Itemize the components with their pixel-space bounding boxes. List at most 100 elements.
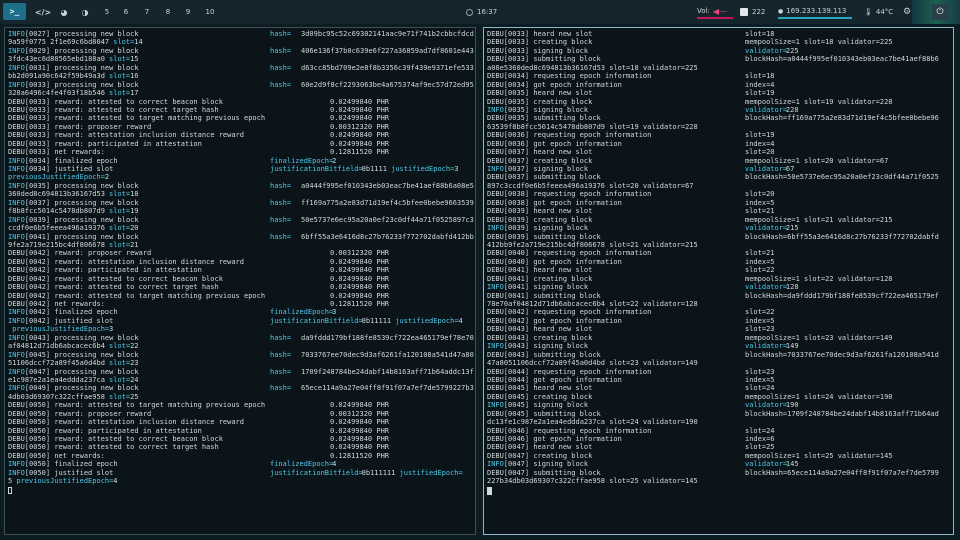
- log-text: e1c987e2a1ea4eddda237ca: [8, 375, 110, 384]
- log-level: INFO: [8, 468, 25, 477]
- log-level: DEBU: [487, 55, 504, 64]
- log-text: [0037] processing new block: [24, 198, 139, 207]
- log-text: [0035] heard new slot: [503, 89, 593, 98]
- log-value: da9fddd179bf188fe8539cf722ea465179ef78e7…: [301, 333, 474, 342]
- workspace-8[interactable]: 8: [161, 0, 175, 24]
- log-text: mempoolSize=1 slot=19 validator=228: [745, 97, 893, 106]
- log-level: DEBU: [487, 156, 504, 165]
- log-text: [0047] creating block: [503, 451, 593, 460]
- log-level: INFO: [8, 460, 25, 469]
- log-level: DEBU: [487, 215, 504, 224]
- log-value: 50e5737e6ec95a20a0ef23c0df44a71f0525897c…: [301, 215, 474, 224]
- log-text: blockHash=da9fddd179bf188fe8539cf722ea46…: [745, 291, 939, 300]
- log-key: hash=: [270, 367, 292, 376]
- log-value: 21: [130, 240, 139, 249]
- log-level: DEBU: [487, 207, 504, 216]
- left-terminal-pane[interactable]: INFO [0027] processing new block hash= 3d09…: [4, 27, 476, 535]
- log-text: index=6: [745, 435, 775, 443]
- log-text: 412bb9fe2a719e215bc4df806678 slot=21 val…: [487, 240, 698, 249]
- workspace-6[interactable]: 6: [119, 0, 133, 24]
- log-level: DEBU: [487, 409, 504, 418]
- log-text: 0.02499840 PHR: [330, 283, 390, 292]
- temperature-value: 44°C: [875, 8, 894, 16]
- log-level: DEBU: [8, 401, 25, 410]
- log-value: 0b1111: [361, 165, 392, 173]
- log-text: mempoolSize=1 slot=22 validator=128: [745, 274, 893, 283]
- gear-icon[interactable]: ⚙: [903, 0, 911, 24]
- log-key: slot=: [109, 207, 131, 216]
- workspace-7[interactable]: 7: [140, 0, 154, 24]
- log-value: 65ece114a9a27e04ff8f91f07a7ef7de5799227b…: [301, 384, 474, 393]
- workspace-firefox-icon[interactable]: ◕: [57, 0, 71, 24]
- log-text: 0.02499840 PHR: [330, 443, 390, 452]
- log-key: slot=: [109, 392, 131, 401]
- log-level: DEBU: [487, 426, 504, 435]
- log-value: 4: [332, 460, 337, 469]
- log-text: 0.02499840 PHR: [330, 274, 390, 283]
- log-key: hash=: [270, 181, 292, 190]
- log-text: [0042] requesting epoch information: [503, 308, 652, 317]
- log-level: DEBU: [487, 46, 504, 55]
- log-text: mempoolSize=1 slot=20 validator=67: [745, 156, 889, 165]
- log-text: slot=22: [745, 308, 775, 317]
- log-level: DEBU: [487, 72, 504, 81]
- log-level: DEBU: [8, 451, 25, 460]
- workspace-code-icon[interactable]: </>: [35, 0, 51, 24]
- log-text: [0050] reward: proposer reward: [24, 409, 152, 418]
- log-level: DEBU: [8, 148, 25, 157]
- volume-widget[interactable]: Vol: ◀―: [697, 5, 733, 19]
- log-key: justifiedEpoch=: [395, 316, 459, 325]
- power-button[interactable]: ⏻: [932, 4, 948, 20]
- log-text: [0041] heard new slot: [503, 266, 593, 275]
- workspace-5[interactable]: 5: [100, 0, 114, 24]
- log-key: hash=: [270, 63, 292, 72]
- log-key: validator=: [745, 46, 788, 55]
- log-level: DEBU: [487, 451, 504, 460]
- log-text: slot=20: [745, 190, 775, 199]
- log-text: slot=24: [745, 426, 775, 435]
- log-text: blockHash=ff169a775a2e83d71d19ef4c5bfee0…: [745, 114, 939, 123]
- log-level: INFO: [8, 367, 25, 376]
- temperature-widget: 🌡 44°C: [864, 0, 893, 24]
- log-text: 0.02499840 PHR: [330, 435, 390, 443]
- log-text: [0039] heard new slot: [503, 207, 593, 216]
- log-level: INFO: [487, 224, 504, 233]
- log-text: [0033] heard new slot: [503, 30, 593, 38]
- log-level: DEBU: [8, 300, 25, 308]
- log-text: [0042] reward: attested to correct beaco…: [24, 274, 223, 283]
- log-text: [0033] reward: participated in attestati…: [24, 139, 202, 148]
- terminal-icon[interactable]: >_: [3, 3, 26, 20]
- workspace-9[interactable]: 9: [181, 0, 195, 24]
- right-terminal-pane[interactable]: DEBU [0033] heard new slot slot=18 DEBU [003…: [483, 27, 954, 535]
- workspace-chat-icon[interactable]: ◑: [78, 0, 92, 24]
- log-text: [0037] signing block: [503, 165, 589, 173]
- log-level: DEBU: [8, 409, 25, 418]
- log-value: 215: [785, 224, 799, 233]
- log-value: 19: [130, 207, 139, 216]
- log-level: INFO: [487, 165, 504, 173]
- log-value: ff169a775a2e83d71d19ef4c5bfee0bebe966353…: [301, 198, 474, 207]
- log-level: DEBU: [487, 173, 504, 182]
- log-text: [0042] net rewards:: [24, 300, 105, 308]
- log-level: DEBU: [487, 257, 504, 266]
- log-key: previousJustifiedEpoch=: [8, 173, 105, 182]
- log-key: slot=: [109, 190, 131, 199]
- log-level: DEBU: [487, 350, 504, 359]
- log-text: [0042] reward: participated in attestati…: [24, 266, 202, 275]
- log-text: af04812d71db6abcacec6b4: [8, 342, 110, 351]
- log-text: [0037] heard new slot: [503, 148, 593, 157]
- log-text: 0.02499840 PHR: [330, 426, 390, 435]
- log-level: INFO: [8, 181, 25, 190]
- log-text: 0.12811520 PHR: [330, 148, 390, 157]
- log-text: 0.02499840 PHR: [330, 266, 390, 275]
- log-key: hash=: [270, 232, 292, 241]
- log-level: INFO: [8, 232, 25, 241]
- log-text: [0047] submitting block: [503, 468, 601, 477]
- log-text: [0046] requesting epoch information: [503, 426, 652, 435]
- log-text: f8b8fcc5014c5478db807d9: [8, 207, 110, 216]
- network-icon: ●: [778, 7, 784, 15]
- log-text: blockHash=a0444f995ef010343eb03eac7be41a…: [745, 55, 939, 64]
- log-text: 4db03d69307c322cffae958: [8, 392, 110, 401]
- log-text: slot=25: [745, 443, 775, 452]
- workspace-10[interactable]: 10: [203, 0, 217, 24]
